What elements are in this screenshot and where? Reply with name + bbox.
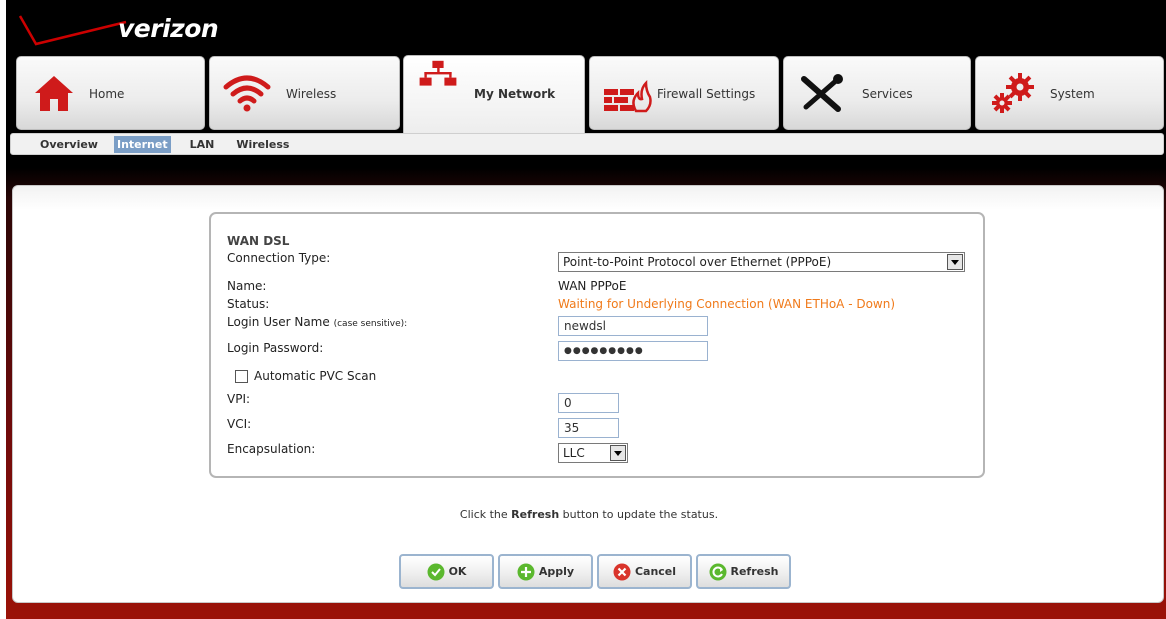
status-label: Status:: [227, 297, 270, 311]
login-password-label: Login Password:: [227, 341, 324, 355]
apply-button[interactable]: Apply: [498, 554, 593, 589]
login-user-label-text: Login User Name: [227, 315, 330, 329]
section-title: WAN DSL: [227, 234, 290, 248]
connection-type-label: Connection Type:: [227, 251, 331, 265]
main-tab-bar: Home Wireless My Network Firewall Settin…: [6, 55, 1166, 133]
cancel-button-label: Cancel: [634, 565, 677, 578]
refresh-button[interactable]: Refresh: [696, 554, 791, 589]
check-icon: [427, 563, 445, 580]
encapsulation-value: LLC: [563, 446, 585, 460]
ok-button-label: OK: [448, 565, 467, 578]
connection-type-value: Point-to-Point Protocol over Ethernet (P…: [563, 255, 832, 269]
hint-text-after: button to update the status.: [559, 508, 719, 521]
subnav-wireless[interactable]: Wireless: [233, 136, 292, 153]
apply-plus-icon: [517, 563, 535, 580]
encapsulation-select[interactable]: LLC: [558, 443, 628, 463]
auto-pvc-scan-checkbox[interactable]: [235, 370, 248, 383]
dropdown-arrow-icon[interactable]: [947, 254, 963, 270]
tab-wireless[interactable]: Wireless: [209, 56, 400, 130]
logo-check-mark-icon: [18, 15, 127, 46]
tab-system-label: System: [1050, 87, 1095, 101]
name-label: Name:: [227, 279, 267, 293]
content-panel: WAN DSL Connection Type: Point-to-Point …: [12, 185, 1164, 603]
login-user-input[interactable]: [558, 316, 708, 336]
logo-text: verizon: [118, 14, 219, 43]
firewall-icon: [604, 79, 652, 113]
login-user-label: Login User Name (case sensitive):: [227, 315, 407, 329]
refresh-hint: Click the Refresh button to update the s…: [13, 508, 1165, 521]
tab-my-network-label: My Network: [474, 87, 556, 101]
vci-label: VCI:: [227, 417, 252, 431]
case-sensitive-note: (case sensitive):: [333, 319, 408, 329]
subnav-lan[interactable]: LAN: [187, 136, 218, 153]
router-ui-frame: verizon Home Wireless My Network Firewal…: [6, 0, 1166, 619]
house-icon: [35, 76, 73, 111]
auto-pvc-scan-label: Automatic PVC Scan: [254, 369, 377, 383]
tab-services[interactable]: Services: [783, 56, 971, 130]
subnav-bar: Overview Internet LAN Wireless: [10, 133, 1164, 155]
vpi-input[interactable]: [558, 393, 619, 413]
connection-type-select[interactable]: Point-to-Point Protocol over Ethernet (P…: [558, 252, 965, 272]
tab-my-network[interactable]: My Network: [403, 55, 585, 133]
network-icon: [419, 60, 457, 86]
refresh-icon: [709, 563, 726, 580]
status-value: Waiting for Underlying Connection (WAN E…: [558, 297, 896, 311]
tab-wireless-label: Wireless: [286, 87, 337, 101]
cancel-x-icon: [613, 563, 631, 580]
ok-button[interactable]: OK: [399, 554, 494, 589]
vci-input[interactable]: [558, 418, 619, 438]
wan-dsl-settings-box: WAN DSL Connection Type: Point-to-Point …: [209, 212, 985, 478]
wifi-icon: [223, 75, 271, 112]
apply-button-label: Apply: [538, 565, 575, 578]
cancel-button[interactable]: Cancel: [597, 554, 692, 589]
refresh-button-label: Refresh: [730, 565, 779, 578]
hint-text-before: Click the: [459, 508, 512, 521]
hint-text-bold: Refresh: [511, 508, 560, 521]
encapsulation-label: Encapsulation:: [227, 442, 316, 456]
login-password-input[interactable]: ●●●●●●●●●: [558, 341, 708, 361]
gears-icon: [992, 73, 1034, 113]
verizon-logo: verizon: [6, 0, 246, 55]
name-value: WAN PPPoE: [558, 279, 627, 293]
tools-icon: [801, 74, 843, 112]
tab-home[interactable]: Home: [16, 56, 205, 130]
tab-firewall-settings[interactable]: Firewall Settings: [589, 56, 779, 130]
subnav-overview[interactable]: Overview: [37, 136, 101, 153]
vpi-label: VPI:: [227, 392, 251, 406]
dropdown-arrow-icon[interactable]: [610, 445, 626, 461]
tab-services-label: Services: [862, 87, 913, 101]
tab-firewall-label: Firewall Settings: [657, 87, 756, 101]
subnav-internet[interactable]: Internet: [113, 135, 171, 153]
tab-home-label: Home: [89, 87, 125, 101]
tab-system[interactable]: System: [975, 56, 1164, 130]
